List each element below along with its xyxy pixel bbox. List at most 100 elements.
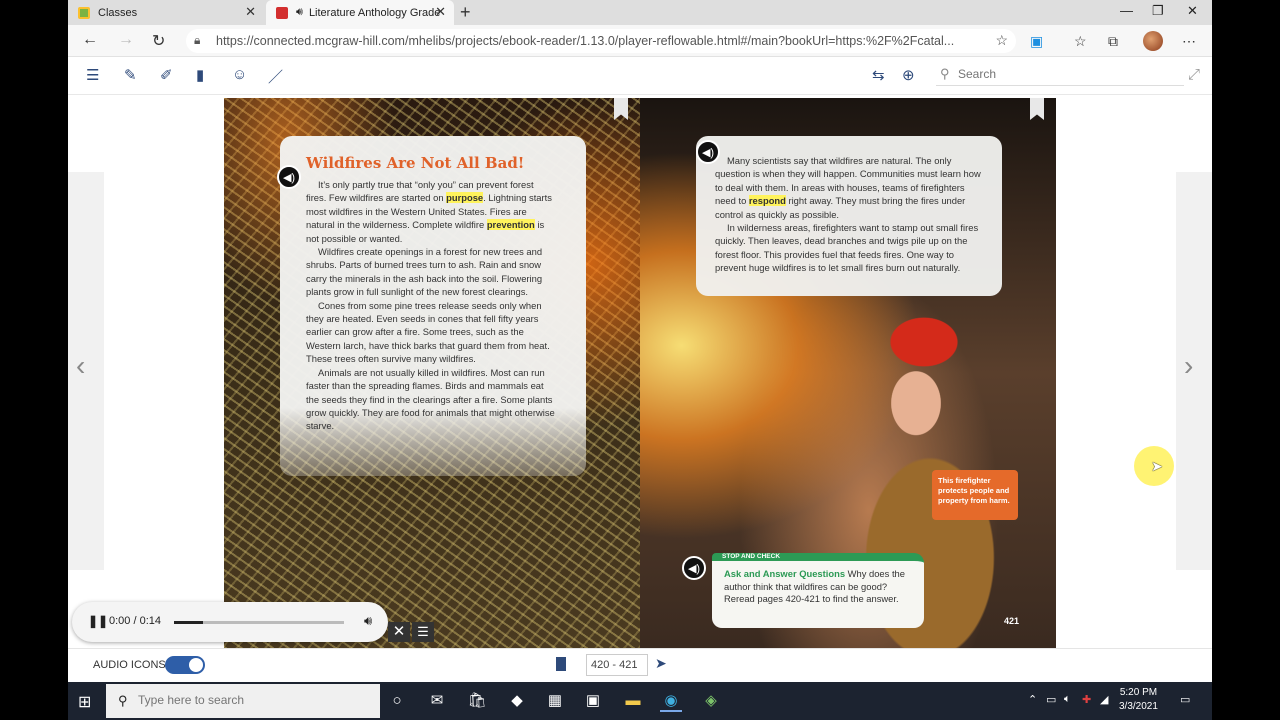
ebook-reader: ‹ › Wildfires Are Not All Bad! It’s only… [68, 95, 1212, 648]
draw-icon[interactable]: ／ [268, 66, 283, 87]
page-number-input[interactable] [586, 654, 648, 676]
speaker-icon: 🔊︎ [296, 6, 303, 18]
clock-date: 3/3/2021 [1119, 701, 1158, 712]
clock-time: 5:20 PM [1119, 687, 1158, 698]
chevron-left-icon: ‹ [76, 350, 86, 381]
mcgraw-hill-favicon-icon [276, 6, 288, 19]
audio-icons-label: AUDIO ICONS: [93, 659, 169, 671]
tab-classes[interactable]: Classes ✕ [68, 0, 264, 25]
forward-icon[interactable]: → [118, 31, 134, 49]
battery-icon[interactable]: ▭ [1046, 693, 1056, 706]
chevron-right-icon: › [1184, 350, 1194, 381]
volume-tray-icon[interactable]: 🔈︎ [1064, 693, 1071, 706]
taskbar-search-input[interactable] [138, 693, 358, 707]
close-player-icon[interactable]: ✕ [388, 622, 410, 642]
audio-time: 0:00 / 0:14 [109, 615, 161, 627]
paragraph: Cones from some pine trees release seeds… [306, 299, 550, 365]
tab-literature-anthology[interactable]: 🔊︎ Literature Anthology Grade ✕ [266, 0, 454, 25]
next-page-button[interactable]: › [1176, 172, 1212, 570]
article-panel: Many scientists say that wildfires are n… [696, 136, 1002, 296]
windows-start-icon[interactable]: ⊞ [78, 692, 91, 712]
user-settings-icon[interactable]: ☺ [232, 66, 247, 83]
player-menu-icon[interactable]: ☰ [412, 622, 434, 642]
windows-taskbar: ⊞ ⚲ ○ ✉ 🛍︎ ◆ ▦ ▣ ▬ ◉ ◈ ⌃ ▭ 🔈︎ ✚ ◢ 5:20 P… [68, 682, 1212, 720]
tab-bar: Classes ✕ 🔊︎ Literature Anthology Grade … [68, 0, 1212, 25]
new-tab-icon[interactable]: + [460, 2, 471, 23]
security-icon[interactable]: ✚ [1082, 693, 1091, 706]
toggle-knob [189, 658, 203, 672]
window-close-icon[interactable]: ✕ [1187, 3, 1198, 19]
lock-icon: 🔒︎ [194, 33, 201, 47]
reader-toolbar: ☰ ✎ ✐ ▮ ☺ ／ ⇆ ⊕ ⚲ ⤢ [68, 57, 1212, 95]
notifications-icon[interactable]: ▭ [1180, 693, 1190, 706]
audio-play-icon[interactable]: ◀) [696, 140, 720, 164]
taskbar-clock[interactable]: 5:20 PM 3/3/2021 [1119, 686, 1158, 714]
mouse-cursor-icon: ➤ [1151, 458, 1163, 474]
page-number: 421 [1004, 616, 1020, 626]
paragraph: Animals are not usually killed in wildfi… [306, 366, 555, 432]
tab-title: Literature Anthology Grade [308, 6, 441, 19]
table-of-contents-icon[interactable]: ☰ [86, 66, 99, 84]
zoom-icon[interactable]: ⊕ [902, 66, 915, 84]
edge-browser-icon[interactable]: ◉ [660, 690, 682, 712]
fit-width-icon[interactable]: ⇆ [872, 66, 885, 84]
notebook-icon[interactable]: ▮ [196, 66, 204, 84]
page-view-icon[interactable] [556, 657, 566, 671]
paragraph: Wildfires create openings in a forest fo… [306, 246, 543, 298]
taskbar-search: ⚲ [106, 684, 380, 718]
bookmark-icon[interactable] [1030, 98, 1044, 120]
task-view-icon[interactable]: ○ [386, 690, 408, 712]
refresh-icon[interactable]: ↻ [152, 31, 165, 51]
minimize-icon[interactable]: — [1120, 3, 1133, 18]
reader-footer: AUDIO ICONS: ➤ [68, 648, 1212, 682]
stop-text: Ask and Answer Questions Why does the au… [724, 568, 916, 606]
restore-icon[interactable]: ❐ [1152, 3, 1164, 19]
go-to-page-icon[interactable]: ➤ [655, 655, 667, 672]
previous-page-button[interactable]: ‹ [68, 172, 104, 570]
url-text[interactable]: https://connected.mcgraw-hill.com/mhelib… [216, 34, 976, 48]
audio-progress-slider[interactable] [174, 621, 344, 624]
volume-icon[interactable]: 🔊︎ [364, 613, 372, 629]
back-icon[interactable]: ← [82, 31, 98, 49]
audio-progress-fill [174, 621, 203, 624]
vocab-respond[interactable]: respond [748, 195, 786, 207]
tab-title: Classes [98, 6, 138, 19]
vocab-purpose[interactable]: purpose [446, 192, 484, 204]
search-input[interactable] [958, 67, 1158, 81]
mail-icon[interactable]: ✉ [426, 690, 448, 712]
more-menu-icon[interactable]: ⋯ [1182, 33, 1196, 50]
stop-heading: Ask and Answer Questions [724, 568, 846, 579]
pause-icon[interactable]: ❚❚ [88, 614, 108, 628]
wifi-icon[interactable]: ◢ [1100, 693, 1108, 706]
store-icon[interactable]: 🛍︎ [466, 690, 488, 712]
show-hidden-icons-icon[interactable]: ⌃ [1028, 693, 1037, 706]
close-icon[interactable]: ✕ [245, 4, 256, 20]
photo-app-icon[interactable]: ▦ [544, 690, 566, 712]
favorites-icon[interactable]: ☆ [1074, 33, 1087, 50]
url-field[interactable]: 🔒︎ https://connected.mcgraw-hill.com/mhe… [186, 29, 1016, 53]
article-panel: Wildfires Are Not All Bad! It’s only par… [280, 136, 586, 476]
bookmark-icon[interactable] [614, 98, 628, 120]
browser-window: Classes ✕ 🔊︎ Literature Anthology Grade … [68, 0, 1212, 720]
highlighter-icon[interactable]: ✎ [124, 66, 137, 84]
screen-capture-icon[interactable]: ▣ [582, 690, 604, 712]
page-left: Wildfires Are Not All Bad! It’s only par… [224, 98, 640, 648]
favorite-star-icon[interactable]: ☆ [995, 32, 1008, 49]
stop-and-check-box: STOP AND CHECK Ask and Answer Questions … [712, 553, 924, 628]
extension-icon[interactable]: ▣ [1030, 33, 1043, 50]
file-explorer-icon[interactable]: ▬ [622, 690, 644, 712]
profile-avatar[interactable] [1143, 31, 1163, 51]
app-icon[interactable]: ◆ [506, 690, 528, 712]
layers-app-icon[interactable]: ◈ [700, 690, 722, 712]
address-bar: ← → ↻ 🔒︎ https://connected.mcgraw-hill.c… [68, 25, 1212, 57]
vocab-prevention[interactable]: prevention [486, 219, 535, 231]
collections-icon[interactable]: ⧉ [1108, 33, 1118, 50]
close-icon[interactable]: ✕ [435, 4, 446, 20]
pen-icon[interactable]: ✐ [160, 66, 173, 84]
paragraph: In wilderness areas, firefighters want t… [715, 222, 979, 274]
classes-favicon-icon [78, 6, 90, 19]
fullscreen-icon[interactable]: ⤢ [1188, 66, 1200, 83]
audio-play-icon[interactable]: ◀) [277, 165, 301, 189]
audio-icons-toggle[interactable] [165, 656, 205, 674]
audio-play-icon[interactable]: ◀) [682, 556, 706, 580]
